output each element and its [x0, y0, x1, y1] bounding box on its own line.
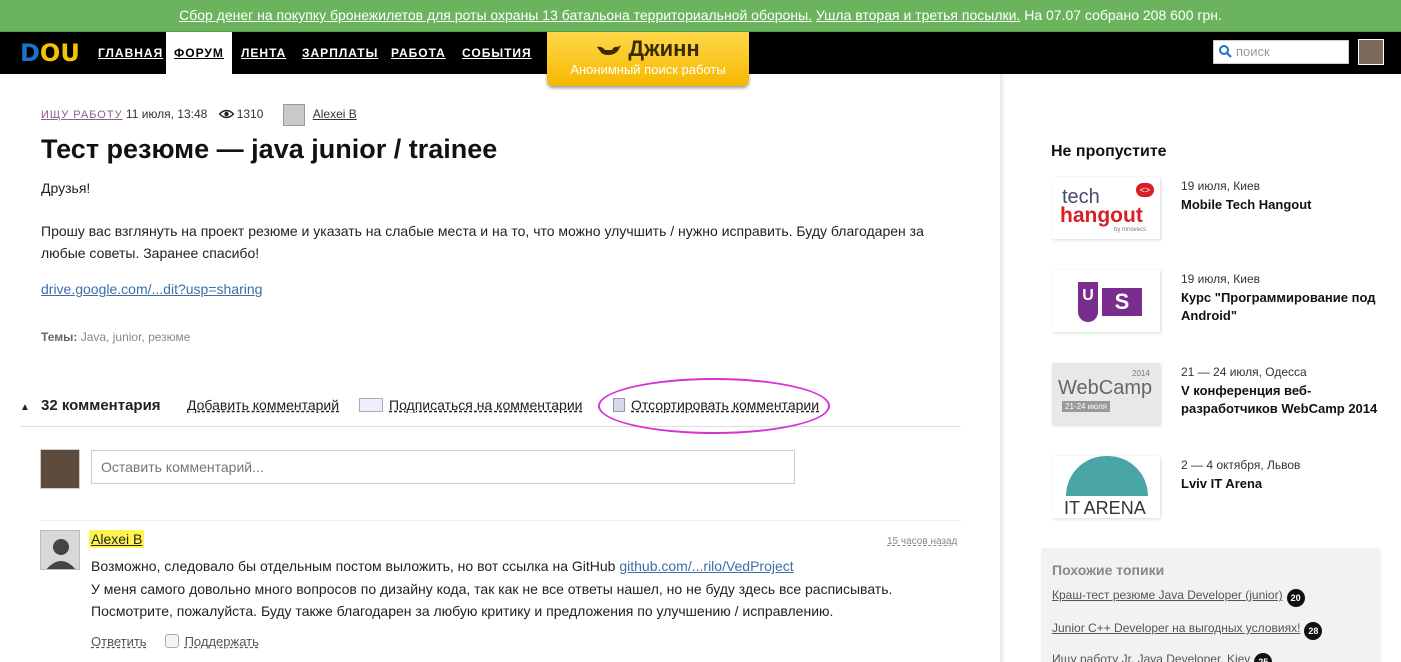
subscribe-comments-link[interactable]: Подписаться на комментарии: [359, 397, 582, 413]
highlight-oval: [598, 378, 830, 434]
nav-item-home[interactable]: ГЛАВНАЯ: [98, 32, 163, 74]
user-avatar[interactable]: [1358, 39, 1384, 65]
djinn-promo-button[interactable]: Джинн Анонимный поиск работы: [547, 32, 749, 86]
nav-item-feed[interactable]: ЛЕНТА: [241, 32, 286, 74]
tags-list[interactable]: Java, junior, резюме: [81, 330, 191, 344]
search-placeholder: поиск: [1236, 44, 1270, 59]
comment-author-avatar[interactable]: [40, 530, 80, 570]
event-image-it-arena[interactable]: IT ARENA: [1052, 456, 1160, 518]
github-link[interactable]: github.com/...rilo/VedProject: [619, 558, 793, 574]
similar-topic-3[interactable]: Ищу работу Jr. Java Developer, Kiev 25: [1052, 652, 1273, 662]
event-meta-1: 19 июля, Киев: [1181, 179, 1261, 193]
post-tags: Темы: Java, junior, резюме: [41, 330, 190, 344]
post-resume-link[interactable]: drive.google.com/...dit?usp=sharing: [41, 281, 262, 297]
post-greeting: Друзья!: [41, 180, 91, 196]
comment-time[interactable]: 15 часов назад: [887, 536, 957, 547]
djinn-title: Джинн: [628, 36, 700, 61]
similar-topic-2[interactable]: Junior C++ Developer на выгодных условия…: [1052, 621, 1323, 640]
top-navigation: DOU ГЛАВНАЯ ФОРУМ ЛЕНТА ЗАРПЛАТЫ РАБОТА …: [0, 32, 1401, 86]
banner-link-shipments[interactable]: Ушла вторая и третья посылки.: [816, 7, 1020, 23]
banner-status-text: На 07.07 собрано 208 600 грн.: [1024, 7, 1222, 23]
add-comment-link[interactable]: Добавить комментарий: [187, 397, 339, 413]
collapse-triangle-icon[interactable]: ▲: [20, 402, 30, 413]
default-user-icon: [41, 531, 79, 569]
post-body: Прошу вас взглянуть на проект резюме и у…: [41, 223, 924, 261]
event-title-2[interactable]: Курс "Программирование под Android": [1181, 289, 1391, 325]
event-title-1[interactable]: Mobile Tech Hangout: [1181, 196, 1391, 214]
lamp-icon: [597, 45, 622, 56]
views-counter: 1310: [218, 107, 272, 122]
comment-author-link[interactable]: Alexei B: [89, 530, 145, 548]
comment-actions: Ответить Поддержать: [91, 634, 259, 649]
event-image-tech-hangout[interactable]: tech hangout by Innovecs <>: [1052, 177, 1160, 239]
comment-line-1: Возможно, следовало бы отдельным постом …: [91, 558, 794, 574]
event-image-webcamp[interactable]: 2014 WebCamp 21-24 июля: [1052, 363, 1160, 425]
search-icon: [1219, 45, 1232, 58]
comment-line-2: У меня самого довольно много вопросов по…: [91, 581, 893, 597]
event-meta-2: 19 июля, Киев: [1181, 272, 1261, 286]
event-meta-3: 21 — 24 июля, Одесса: [1181, 365, 1307, 379]
similar-topics-heading: Похожие топики: [1052, 562, 1165, 578]
envelope-icon: [359, 398, 383, 412]
banner-link-fundraiser[interactable]: Сбор денег на покупку бронежилетов для р…: [179, 7, 812, 23]
event-image-android-course[interactable]: U S: [1052, 270, 1160, 332]
comment-count-badge: 25: [1254, 653, 1273, 662]
sidebar-heading: Не пропустите: [1051, 143, 1167, 160]
comment-separator: [40, 520, 961, 521]
comment-input[interactable]: [91, 450, 795, 484]
eye-icon: [218, 109, 235, 119]
tags-label: Темы:: [41, 330, 78, 344]
post-category-link[interactable]: ИЩУ РАБОТУ: [41, 109, 123, 121]
column-divider: [1000, 74, 1006, 662]
djinn-subtitle: Анонимный поиск работы: [570, 62, 726, 77]
similar-topic-1[interactable]: Краш-тест резюме Java Developer (junior)…: [1052, 588, 1305, 607]
event-title-3[interactable]: V конференция веб-разработчиков WebCamp …: [1181, 382, 1391, 418]
post-author-link[interactable]: Alexei B: [313, 107, 357, 121]
current-user-avatar: [40, 449, 80, 489]
nav-item-events[interactable]: СОБЫТИЯ: [462, 32, 532, 74]
comment-line-3: Посмотрите, пожалуйста. Буду также благо…: [91, 603, 834, 619]
dou-logo[interactable]: DOU: [20, 39, 80, 67]
post-date: 11 июля, 13:48: [125, 107, 208, 122]
author-avatar[interactable]: [282, 104, 305, 126]
event-title-4[interactable]: Lviv IT Arena: [1181, 475, 1391, 493]
search-input[interactable]: поиск: [1213, 40, 1349, 64]
post-title: Тест резюме — java junior / trainee: [41, 134, 498, 164]
subscribe-label: Подписаться на комментарии: [389, 397, 583, 413]
reply-link[interactable]: Ответить: [91, 634, 147, 649]
thumbs-up-icon: [164, 634, 179, 648]
comments-count: 32 комментария: [41, 397, 161, 414]
views-count: 1310: [236, 107, 264, 122]
event-meta-4: 2 — 4 октября, Львов: [1181, 458, 1301, 472]
nav-item-forum[interactable]: ФОРУМ: [166, 32, 232, 74]
comment-count-badge: 20: [1286, 589, 1305, 607]
nav-item-jobs[interactable]: РАБОТА: [391, 32, 446, 74]
nav-item-salaries[interactable]: ЗАРПЛАТЫ: [302, 32, 378, 74]
post-meta: ИЩУ РАБОТУ 11 июля, 13:48 1310 Alexei B: [41, 104, 357, 126]
support-link[interactable]: Поддержать: [185, 634, 259, 649]
comment-count-badge: 28: [1304, 622, 1323, 640]
donation-banner: Сбор денег на покупку бронежилетов для р…: [0, 0, 1401, 32]
